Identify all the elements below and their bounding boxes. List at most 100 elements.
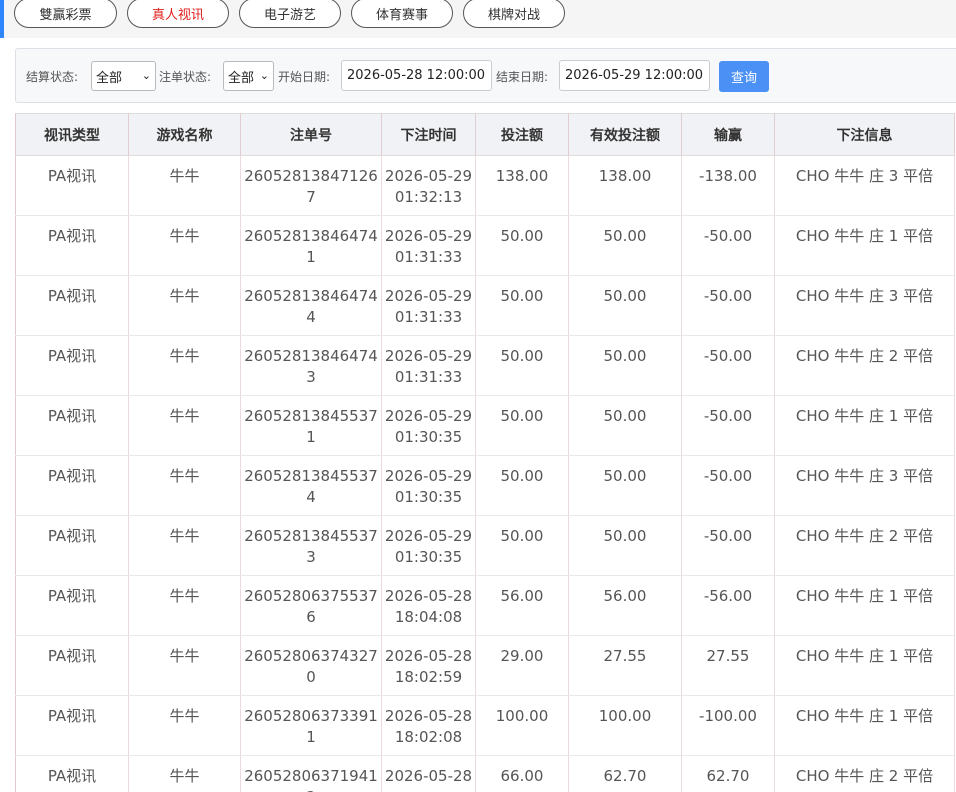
cell-bet-id: 260528138471267 — [240, 155, 382, 216]
tab-bar-accent — [0, 0, 4, 38]
query-button[interactable]: 查询 — [719, 61, 769, 92]
cell-win-loss: -50.00 — [681, 335, 775, 396]
cell-bet-amount: 50.00 — [475, 515, 569, 576]
cell-bet-amount: 50.00 — [475, 395, 569, 456]
table-row[interactable]: PA视讯 牛牛 260528138455371 2026-05-29 01:30:35… — [15, 395, 955, 456]
cell-bet-time: 2026-05-29 01:31:33 — [381, 275, 476, 336]
cell-win-loss: -50.00 — [681, 395, 775, 456]
cell-bet-info: CHO 牛牛 庄 3 平倍 — [774, 275, 955, 336]
column-header-bet-info[interactable]: 下注信息 — [774, 113, 955, 156]
column-header-game-name[interactable]: 游戏名称 — [128, 113, 241, 156]
bet-status-label: 注单状态: — [159, 70, 212, 84]
chevron-down-icon: ⌄ — [259, 69, 269, 82]
cell-valid-bet: 50.00 — [568, 455, 682, 516]
filter-bar: 结算状态: 全部 ⌄ 注单状态: 全部 ⌄ 开始日期: 2026-05-28 1… — [15, 48, 956, 103]
cell-bet-amount: 50.00 — [475, 275, 569, 336]
cell-win-loss: -50.00 — [681, 455, 775, 516]
cell-bet-amount: 50.00 — [475, 335, 569, 396]
table-row[interactable]: PA视讯牛牛2605280637194122026-05-2866.0062.7… — [15, 755, 955, 792]
cell-bet-info: CHO 牛牛 庄 2 平倍 — [774, 515, 955, 576]
cell-bet-info: CHO 牛牛 庄 2 平倍 — [774, 755, 955, 792]
cell-bet-amount: 56.00 — [475, 575, 569, 636]
cell-bet-id: 260528063755376 — [240, 575, 382, 636]
cell-bet-amount: 29.00 — [475, 635, 569, 696]
column-header-win-loss[interactable]: 输赢 — [681, 113, 775, 156]
bet-status-select[interactable]: 全部 ⌄ — [223, 61, 274, 91]
settle-status-select[interactable]: 全部 ⌄ — [91, 61, 156, 91]
table-header-row: 视讯类型 游戏名称 注单号 下注时间 投注额 有效投注额 输赢 下注信息 — [15, 113, 955, 156]
table-row[interactable]: PA视讯 牛牛 260528063755376 2026-05-28 18:04:08… — [15, 575, 955, 636]
cell-game-name: 牛牛 — [128, 275, 241, 336]
table-row[interactable]: PA视讯 牛牛 260528063733911 2026-05-28 18:02:08… — [15, 695, 955, 756]
table-row[interactable]: PA视讯 牛牛 260528063743270 2026-05-28 18:02:59… — [15, 635, 955, 696]
cell-bet-amount: 100.00 — [475, 695, 569, 756]
cell-valid-bet: 62.70 — [568, 755, 682, 792]
cell-live-type: PA视讯 — [15, 635, 129, 696]
cell-valid-bet: 50.00 — [568, 395, 682, 456]
cell-bet-time: 2026-05-28 18:02:59 — [381, 635, 476, 696]
cell-live-type: PA视讯 — [15, 155, 129, 216]
cell-win-loss: -100.00 — [681, 695, 775, 756]
cell-live-type: PA视讯 — [15, 395, 129, 456]
cell-live-type: PA视讯 — [15, 215, 129, 276]
settle-status-value: 全部 — [96, 70, 123, 86]
cell-bet-info: CHO 牛牛 庄 1 平倍 — [774, 695, 955, 756]
cell-bet-amount: 138.00 — [475, 155, 569, 216]
cell-live-type: PA视讯 — [15, 575, 129, 636]
tab-slot-games[interactable]: 电子游艺 — [239, 0, 341, 28]
cell-bet-info: CHO 牛牛 庄 1 平倍 — [774, 215, 955, 276]
tab-live-casino[interactable]: 真人视讯 — [127, 0, 229, 28]
cell-game-name: 牛牛 — [128, 335, 241, 396]
cell-win-loss: 27.55 — [681, 635, 775, 696]
cell-bet-amount: 50.00 — [475, 215, 569, 276]
table-row[interactable]: PA视讯 牛牛 260528138464741 2026-05-29 01:31:33… — [15, 215, 955, 276]
cell-bet-time: 2026-05-29 01:31:33 — [381, 215, 476, 276]
cell-bet-id: 260528063719412 — [240, 755, 382, 792]
table-row[interactable]: PA视讯 牛牛 260528138464744 2026-05-29 01:31:33… — [15, 275, 955, 336]
cell-live-type: PA视讯 — [15, 755, 129, 792]
column-header-bet-amount[interactable]: 投注额 — [475, 113, 569, 156]
table-row[interactable]: PA视讯 牛牛 260528138464743 2026-05-29 01:31:33… — [15, 335, 955, 396]
cell-bet-amount: 50.00 — [475, 455, 569, 516]
column-header-live-type[interactable]: 视讯类型 — [15, 113, 129, 156]
cell-bet-time: 2026-05-29 01:30:35 — [381, 515, 476, 576]
cell-game-name: 牛牛 — [128, 455, 241, 516]
tab-lottery[interactable]: 雙贏彩票 — [14, 0, 117, 28]
cell-bet-info: CHO 牛牛 庄 3 平倍 — [774, 455, 955, 516]
cell-game-name: 牛牛 — [128, 635, 241, 696]
cell-win-loss: -50.00 — [681, 275, 775, 336]
cell-game-name: 牛牛 — [128, 515, 241, 576]
tab-card-games[interactable]: 棋牌对战 — [463, 0, 565, 28]
end-date-value: 2026-05-29 12:00:00 — [565, 68, 704, 83]
table-row[interactable]: PA视讯 牛牛 260528138455373 2026-05-29 01:30:35… — [15, 515, 955, 576]
cell-valid-bet: 50.00 — [568, 275, 682, 336]
chevron-down-icon: ⌄ — [141, 69, 151, 82]
cell-bet-id: 260528138464744 — [240, 275, 382, 336]
cell-win-loss: -56.00 — [681, 575, 775, 636]
cell-bet-info: CHO 牛牛 庄 3 平倍 — [774, 155, 955, 216]
cell-bet-id: 260528138455374 — [240, 455, 382, 516]
cell-bet-time: 2026-05-29 01:30:35 — [381, 395, 476, 456]
cell-valid-bet: 27.55 — [568, 635, 682, 696]
cell-win-loss: -50.00 — [681, 515, 775, 576]
cell-live-type: PA视讯 — [15, 335, 129, 396]
table-row[interactable]: PA视讯 牛牛 260528138455374 2026-05-29 01:30:35… — [15, 455, 955, 516]
cell-bet-time: 2026-05-29 01:31:33 — [381, 335, 476, 396]
cell-bet-id: 260528063733911 — [240, 695, 382, 756]
end-date-input[interactable]: 2026-05-29 12:00:00 — [559, 60, 710, 91]
category-tab-bar: 雙贏彩票 真人视讯 电子游艺 体育赛事 棋牌对战 — [0, 0, 956, 38]
cell-valid-bet: 138.00 — [568, 155, 682, 216]
cell-live-type: PA视讯 — [15, 275, 129, 336]
cell-live-type: PA视讯 — [15, 515, 129, 576]
cell-bet-amount: 66.00 — [475, 755, 569, 792]
cell-win-loss: -138.00 — [681, 155, 775, 216]
cell-bet-time: 2026-05-29 01:30:35 — [381, 455, 476, 516]
column-header-bet-time[interactable]: 下注时间 — [381, 113, 476, 156]
column-header-valid-bet[interactable]: 有效投注额 — [568, 113, 682, 156]
cell-bet-time: 2026-05-28 18:04:08 — [381, 575, 476, 636]
table-row[interactable]: PA视讯 牛牛 260528138471267 2026-05-29 01:32:13… — [15, 155, 955, 216]
tab-sports[interactable]: 体育赛事 — [351, 0, 453, 28]
cell-valid-bet: 50.00 — [568, 515, 682, 576]
start-date-input[interactable]: 2026-05-28 12:00:00 — [341, 60, 492, 91]
column-header-bet-id[interactable]: 注单号 — [240, 113, 382, 156]
